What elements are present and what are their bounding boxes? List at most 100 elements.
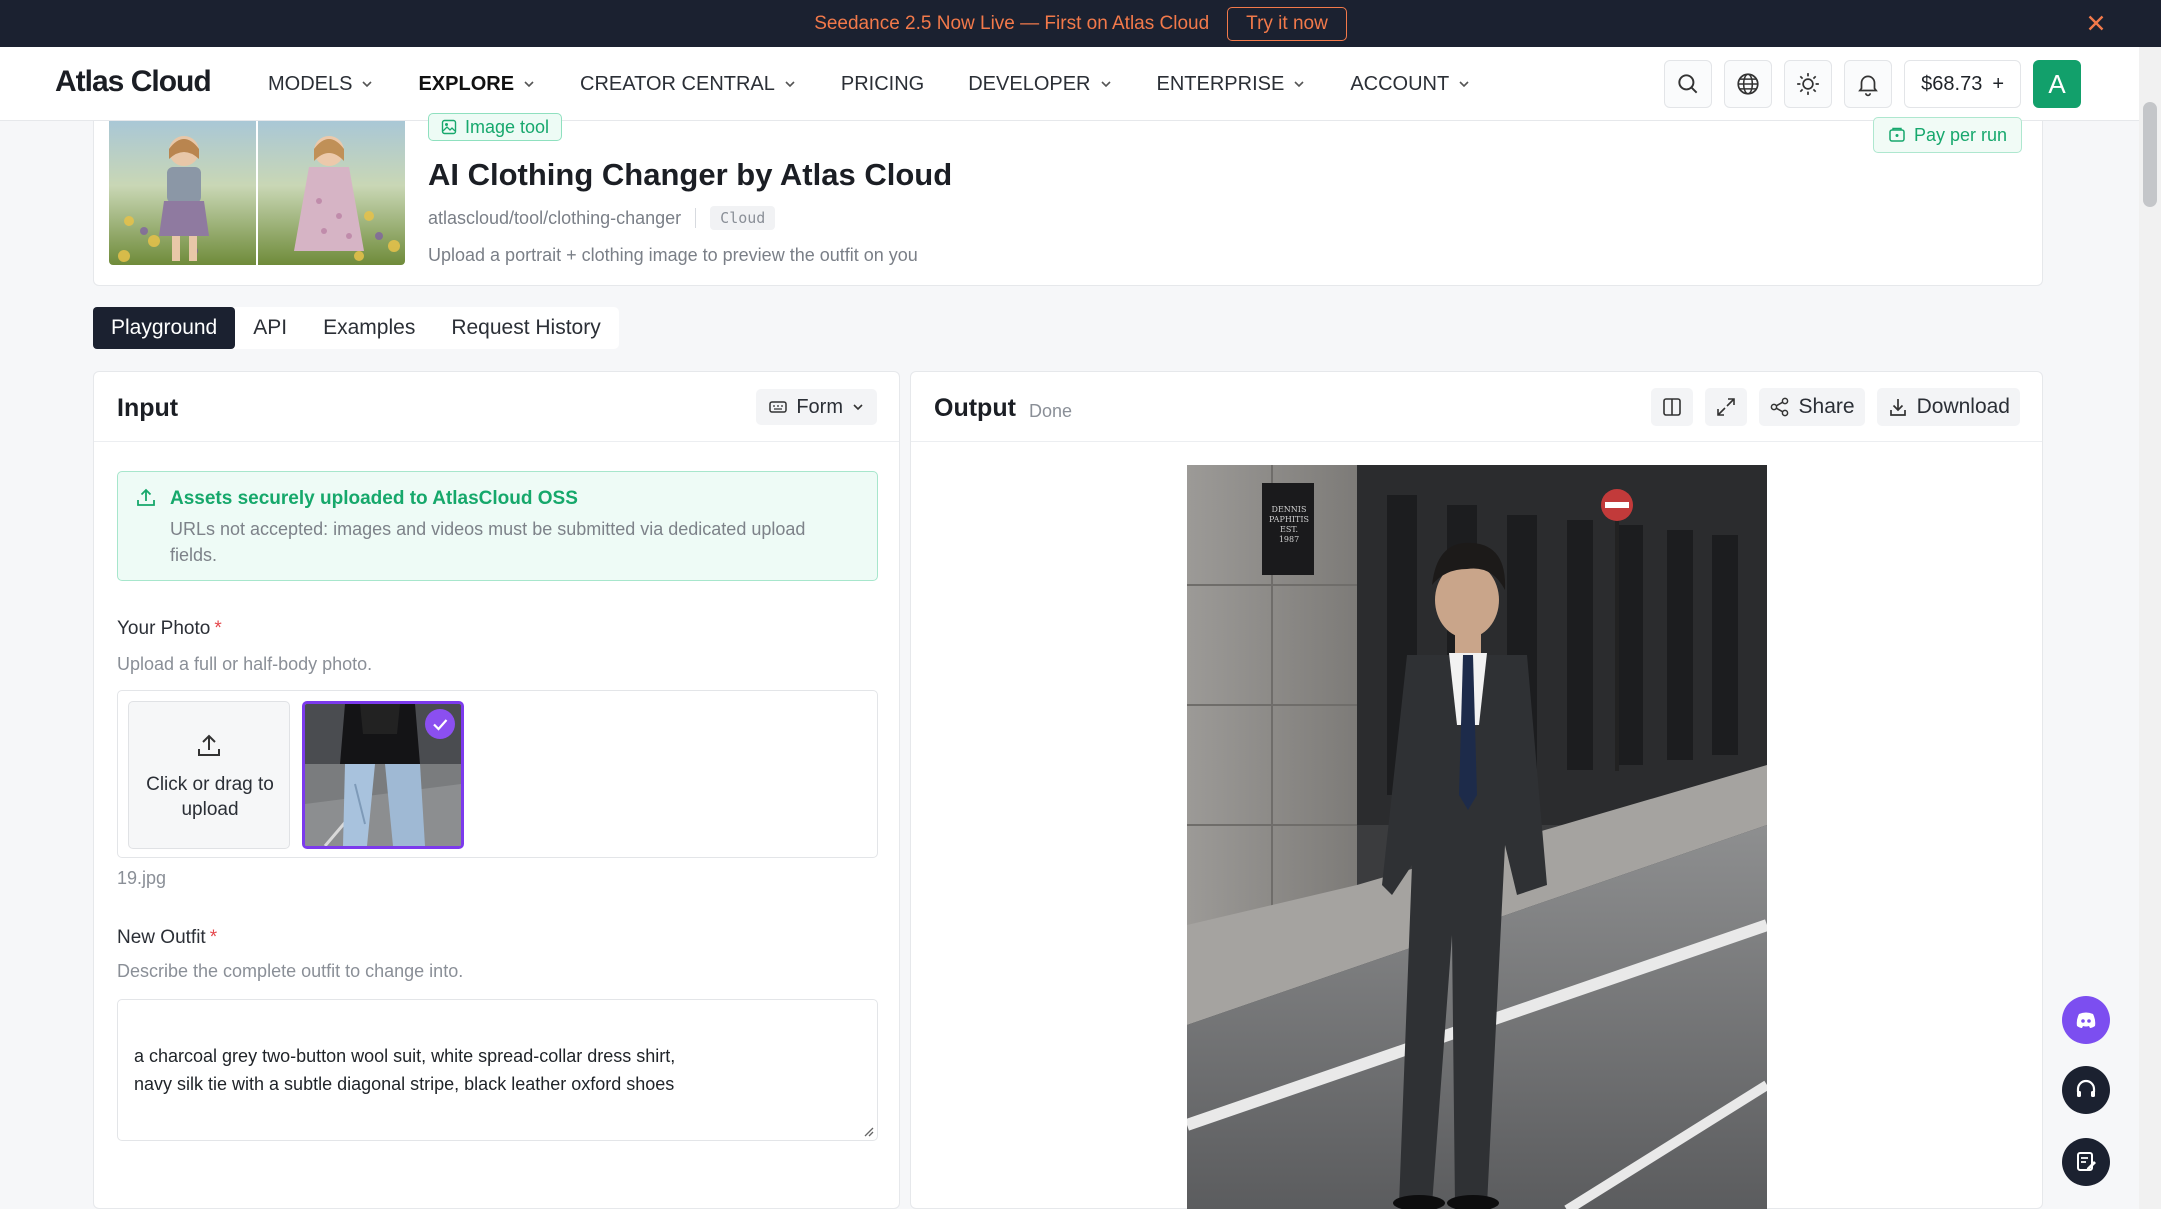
language-button[interactable] (1724, 60, 1773, 108)
nav-item-label: EXPLORE (418, 72, 515, 95)
globe-icon (1737, 73, 1759, 95)
close-icon[interactable] (2083, 10, 2109, 36)
input-panel: Input Form Assets securely uploaded to A… (93, 371, 900, 1209)
wallet-icon (1889, 127, 1905, 142)
page-title: AI Clothing Changer by Atlas Cloud (428, 157, 953, 192)
balance-amount: $68.73 (1921, 72, 1983, 95)
uploaded-photo-thumbnail[interactable] (302, 701, 464, 849)
pricing-label: Pay per run (1913, 124, 2007, 145)
nav-item-explore[interactable]: EXPLORE (418, 73, 536, 96)
image-tool-badge: Image tool (428, 113, 563, 141)
search-icon (1678, 74, 1698, 94)
search-button[interactable] (1664, 60, 1713, 108)
sign-text: DENNIS PAPHITIS EST. 1987 (1269, 505, 1309, 544)
oss-notice: Assets securely uploaded to AtlasCloud O… (117, 471, 878, 581)
tool-path-text[interactable]: atlascloud/tool/clothing-changer (428, 208, 681, 229)
tab-playground[interactable]: Playground (93, 307, 236, 349)
output-result-image[interactable]: DENNIS PAPHITIS EST. 1987 (1187, 465, 1767, 1209)
form-icon (769, 401, 788, 413)
share-button[interactable]: Share (1758, 388, 1865, 426)
input-panel-header: Input Form (94, 372, 899, 442)
photo-upload-area: Click or drag to upload (117, 690, 878, 858)
scrollbar-thumb[interactable] (2143, 102, 2157, 207)
edit-note-icon (2077, 1152, 2096, 1171)
page-scrollbar[interactable] (2139, 47, 2161, 1209)
nav-item-label: DEVELOPER (968, 72, 1091, 95)
form-mode-dropdown[interactable]: Form (756, 389, 877, 425)
nav-item-models[interactable]: MODELS (268, 73, 374, 96)
outfit-field-hint: Describe the complete outfit to change i… (117, 961, 464, 981)
support-button[interactable] (2062, 1066, 2110, 1114)
image-icon (441, 119, 457, 135)
feedback-button[interactable] (2062, 1138, 2110, 1186)
nav-item-account[interactable]: ACCOUNT (1350, 73, 1471, 96)
required-marker: * (209, 927, 218, 948)
avatar[interactable]: A (2033, 60, 2081, 108)
notifications-button[interactable] (1844, 60, 1893, 108)
compare-button[interactable] (1650, 388, 1693, 426)
upload-icon (198, 734, 220, 756)
output-title: Output (934, 394, 1016, 422)
nav-item-enterprise[interactable]: ENTERPRISE (1157, 73, 1307, 96)
theme-toggle-button[interactable] (1784, 60, 1833, 108)
chevron-down-icon (362, 81, 373, 88)
try-it-now-button[interactable]: Try it now (1227, 6, 1347, 41)
tab-bar: Playground API Examples Request History (93, 307, 619, 349)
upload-dropzone[interactable]: Click or drag to upload (128, 701, 290, 849)
tab-api[interactable]: API (235, 307, 305, 349)
nav-item-label: ACCOUNT (1350, 72, 1450, 95)
output-panel: Output Done Share Download DENNIS PAPHIT… (910, 371, 2043, 1209)
announcement-text: Seedance 2.5 Now Live — First on Atlas C… (814, 12, 1210, 34)
output-panel-header: Output Done Share Download (911, 372, 2042, 442)
nav-item-developer[interactable]: DEVELOPER (968, 73, 1112, 96)
oss-subtitle: URLs not accepted: images and videos mus… (170, 519, 806, 565)
outfit-label-text: New Outfit (117, 927, 206, 948)
photo-field-hint: Upload a full or half-body photo. (117, 654, 373, 674)
pricing-badge: Pay per run (1872, 117, 2022, 153)
expand-icon (1716, 398, 1735, 416)
chevron-down-icon (785, 81, 795, 88)
headset-icon (2076, 1079, 2096, 1097)
balance-button[interactable]: $68.73 + (1904, 60, 2021, 108)
nav-item-label: ENTERPRISE (1156, 72, 1285, 95)
divider (695, 208, 697, 228)
download-label: Download (1916, 395, 2010, 418)
nav-menu: MODELS EXPLORE CREATOR CENTRAL PRICING D… (268, 47, 1471, 121)
upload-icon (137, 488, 155, 506)
nav-item-pricing[interactable]: PRICING (841, 73, 924, 96)
form-mode-label: Form (796, 395, 843, 418)
oss-title: Assets securely uploaded to AtlasCloud O… (170, 488, 578, 509)
outfit-textarea[interactable]: a charcoal grey two-button wool suit, wh… (117, 999, 878, 1141)
upload-text: Click or drag to upload (146, 774, 274, 820)
discord-button[interactable] (2062, 996, 2110, 1044)
photo-label-text: Your Photo (117, 618, 211, 639)
nav-item-creator-central[interactable]: CREATOR CENTRAL (580, 73, 797, 96)
tab-request-history[interactable]: Request History (433, 307, 618, 349)
nav-item-label: PRICING (840, 72, 925, 95)
tool-thumbnail (109, 121, 405, 265)
cloud-chip: Cloud (710, 206, 776, 230)
selected-check-badge (425, 709, 455, 739)
split-view-icon (1662, 398, 1681, 416)
check-icon (433, 719, 448, 731)
input-title: Input (117, 394, 179, 422)
chevron-down-icon (1459, 81, 1469, 88)
tool-badge-label: Image tool (465, 116, 550, 137)
add-funds-icon: + (1992, 72, 2004, 95)
tool-header-card: Image tool AI Clothing Changer by Atlas … (93, 113, 2043, 286)
share-label: Share (1798, 395, 1855, 418)
output-toolbar: Share Download (1650, 388, 2020, 426)
chevron-down-icon (524, 81, 534, 88)
tab-examples[interactable]: Examples (305, 307, 433, 349)
announcement-bar: Seedance 2.5 Now Live — First on Atlas C… (0, 0, 2161, 47)
tool-path: atlascloud/tool/clothing-changer Cloud (428, 206, 776, 230)
discord-icon (2076, 1012, 2096, 1028)
output-status: Done (1029, 401, 1073, 421)
fullscreen-button[interactable] (1704, 388, 1747, 426)
share-icon (1770, 397, 1788, 417)
download-button[interactable]: Download (1876, 388, 2020, 426)
bell-icon (1858, 75, 1878, 97)
resize-handle-icon[interactable] (860, 1123, 874, 1137)
atlas-cloud-logo[interactable]: Atlas Cloud (55, 65, 212, 99)
nav-item-label: CREATOR CENTRAL (580, 72, 775, 95)
